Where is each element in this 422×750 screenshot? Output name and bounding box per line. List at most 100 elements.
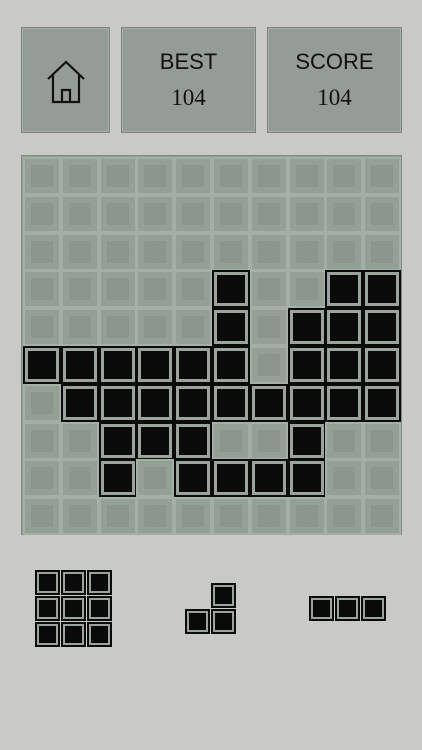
board-cell-empty[interactable]	[23, 422, 61, 460]
board-cell-filled[interactable]	[288, 422, 326, 460]
board-cell-empty[interactable]	[61, 497, 99, 535]
board-cell-empty[interactable]	[363, 459, 401, 497]
board-cell-filled[interactable]	[325, 384, 363, 422]
board-cell-empty[interactable]	[23, 308, 61, 346]
board-cell-empty[interactable]	[136, 195, 174, 233]
game-board[interactable]	[21, 155, 402, 535]
board-cell-empty[interactable]	[174, 270, 212, 308]
board-cell-empty[interactable]	[136, 157, 174, 195]
board-cell-empty[interactable]	[363, 157, 401, 195]
board-cell-empty[interactable]	[61, 270, 99, 308]
board-cell-filled[interactable]	[99, 346, 137, 384]
board-cell-empty[interactable]	[250, 497, 288, 535]
board-cell-empty[interactable]	[363, 497, 401, 535]
board-cell-empty[interactable]	[288, 157, 326, 195]
board-cell-filled[interactable]	[288, 459, 326, 497]
board-cell-empty[interactable]	[23, 384, 61, 422]
board-cell-filled[interactable]	[174, 384, 212, 422]
board-cell-filled[interactable]	[99, 459, 137, 497]
board-cell-filled[interactable]	[61, 384, 99, 422]
board-cell-filled[interactable]	[212, 459, 250, 497]
board-cell-filled[interactable]	[288, 384, 326, 422]
board-cell-empty[interactable]	[363, 233, 401, 271]
board-cell-empty[interactable]	[99, 157, 137, 195]
board-cell-empty[interactable]	[174, 157, 212, 195]
home-button[interactable]	[21, 27, 110, 133]
board-cell-empty[interactable]	[61, 157, 99, 195]
board-cell-empty[interactable]	[99, 497, 137, 535]
board-cell-filled[interactable]	[174, 459, 212, 497]
board-cell-empty[interactable]	[136, 270, 174, 308]
board-cell-filled[interactable]	[23, 346, 61, 384]
board-cell-filled[interactable]	[363, 308, 401, 346]
board-cell-filled[interactable]	[212, 346, 250, 384]
board-cell-empty[interactable]	[23, 497, 61, 535]
board-cell-empty[interactable]	[136, 459, 174, 497]
board-cell-empty[interactable]	[250, 270, 288, 308]
board-cell-filled[interactable]	[250, 459, 288, 497]
board-cell-empty[interactable]	[99, 308, 137, 346]
board-cell-empty[interactable]	[212, 195, 250, 233]
board-cell-empty[interactable]	[250, 346, 288, 384]
board-cell-filled[interactable]	[174, 422, 212, 460]
board-cell-empty[interactable]	[61, 459, 99, 497]
board-cell-empty[interactable]	[61, 233, 99, 271]
board-cell-empty[interactable]	[363, 422, 401, 460]
board-cell-empty[interactable]	[23, 459, 61, 497]
board-cell-empty[interactable]	[288, 497, 326, 535]
board-cell-empty[interactable]	[288, 270, 326, 308]
board-cell-filled[interactable]	[250, 384, 288, 422]
board-cell-empty[interactable]	[99, 195, 137, 233]
board-cell-empty[interactable]	[325, 459, 363, 497]
board-cell-filled[interactable]	[325, 308, 363, 346]
board-cell-empty[interactable]	[23, 233, 61, 271]
board-cell-empty[interactable]	[250, 195, 288, 233]
board-cell-filled[interactable]	[212, 308, 250, 346]
board-cell-filled[interactable]	[212, 384, 250, 422]
board-cell-filled[interactable]	[325, 270, 363, 308]
board-cell-empty[interactable]	[136, 497, 174, 535]
board-cell-empty[interactable]	[250, 157, 288, 195]
board-cell-empty[interactable]	[174, 497, 212, 535]
board-cell-filled[interactable]	[212, 270, 250, 308]
board-cell-filled[interactable]	[99, 422, 137, 460]
board-cell-filled[interactable]	[174, 346, 212, 384]
board-cell-empty[interactable]	[325, 157, 363, 195]
board-cell-empty[interactable]	[288, 233, 326, 271]
board-cell-empty[interactable]	[212, 233, 250, 271]
board-cell-empty[interactable]	[212, 497, 250, 535]
board-cell-filled[interactable]	[288, 308, 326, 346]
board-cell-empty[interactable]	[212, 157, 250, 195]
board-cell-empty[interactable]	[61, 422, 99, 460]
board-cell-empty[interactable]	[325, 497, 363, 535]
board-cell-empty[interactable]	[250, 308, 288, 346]
board-cell-empty[interactable]	[61, 195, 99, 233]
board-cell-empty[interactable]	[325, 422, 363, 460]
board-cell-empty[interactable]	[288, 195, 326, 233]
board-cell-empty[interactable]	[174, 195, 212, 233]
board-cell-empty[interactable]	[99, 270, 137, 308]
board-cell-empty[interactable]	[23, 195, 61, 233]
board-cell-empty[interactable]	[136, 233, 174, 271]
board-cell-filled[interactable]	[363, 346, 401, 384]
board-cell-filled[interactable]	[363, 384, 401, 422]
board-cell-empty[interactable]	[325, 195, 363, 233]
board-cell-empty[interactable]	[250, 422, 288, 460]
board-cell-filled[interactable]	[61, 346, 99, 384]
board-cell-empty[interactable]	[99, 233, 137, 271]
board-cell-empty[interactable]	[325, 233, 363, 271]
board-cell-filled[interactable]	[288, 346, 326, 384]
board-cell-filled[interactable]	[136, 346, 174, 384]
board-cell-filled[interactable]	[325, 346, 363, 384]
board-cell-empty[interactable]	[174, 233, 212, 271]
board-cell-empty[interactable]	[23, 270, 61, 308]
board-cell-empty[interactable]	[363, 195, 401, 233]
board-cell-filled[interactable]	[99, 384, 137, 422]
board-cell-filled[interactable]	[136, 422, 174, 460]
board-cell-empty[interactable]	[23, 157, 61, 195]
board-cell-empty[interactable]	[61, 308, 99, 346]
board-cell-empty[interactable]	[174, 308, 212, 346]
board-cell-empty[interactable]	[136, 308, 174, 346]
board-cell-filled[interactable]	[136, 384, 174, 422]
board-cell-filled[interactable]	[363, 270, 401, 308]
